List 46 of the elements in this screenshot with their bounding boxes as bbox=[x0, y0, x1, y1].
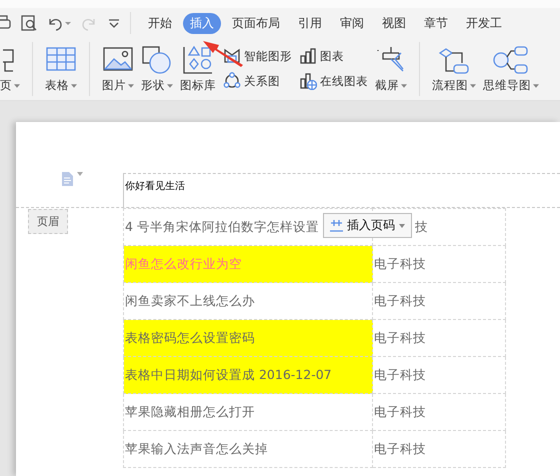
table-cell: 电子科技 bbox=[372, 356, 506, 394]
cell-text: 表格密码怎么设置密码 bbox=[125, 330, 255, 344]
online-chart-icon bbox=[299, 72, 317, 90]
ribbon-button[interactable]: 图标库 bbox=[180, 38, 216, 93]
cell-text: 闲鱼卖家不上线怎么办 bbox=[125, 292, 255, 308]
table-cell: 电子科技 bbox=[372, 430, 506, 468]
ribbon-tab[interactable]: 开始 bbox=[141, 12, 179, 34]
table-cell: 电子科技 bbox=[372, 246, 506, 282]
ribbon-tab[interactable]: 章节 bbox=[417, 12, 455, 34]
icon-library-icon bbox=[182, 45, 214, 75]
cell-text: 苹果输入法声音怎么关掉 bbox=[125, 440, 268, 456]
insert-page-number-button[interactable]: 插入页码 bbox=[323, 213, 412, 238]
cell-text: 闲鱼怎么改行业为空 bbox=[125, 256, 242, 270]
ribbon-button[interactable]: 形状 bbox=[141, 38, 173, 93]
header-text: 你好看见生活 bbox=[124, 180, 185, 193]
page-number-icon bbox=[330, 220, 343, 232]
ribbon-button[interactable]: 智能图形 bbox=[223, 46, 292, 66]
cell-text: 表格中日期如何设置成 2016-12-07 bbox=[125, 366, 332, 382]
smart-graphic-icon bbox=[223, 47, 241, 65]
table-cell: 电子科技 bbox=[372, 394, 506, 430]
header-label: 页眉 bbox=[28, 209, 68, 234]
ribbon-tab[interactable]: 引用 bbox=[291, 12, 329, 34]
ribbon-button[interactable]: 关系图 bbox=[223, 71, 292, 91]
ribbon-tab[interactable]: 开发工 bbox=[459, 12, 509, 34]
shapes-icon bbox=[141, 45, 173, 75]
cell-text: 4 号半角宋体阿拉伯数字怎样设置 bbox=[125, 218, 319, 234]
ribbon-tab[interactable]: 页面布局 bbox=[225, 12, 287, 34]
ribbon-tab[interactable]: 审阅 bbox=[333, 12, 371, 34]
ribbon-button[interactable]: 流程图 bbox=[432, 38, 476, 93]
caret-icon bbox=[399, 224, 405, 228]
table-cell: 电子科技 bbox=[372, 320, 506, 356]
table-cell: 电子科技 bbox=[372, 282, 506, 320]
print-preview-icon[interactable] bbox=[20, 14, 38, 32]
ribbon-button[interactable]: 在线图表 bbox=[299, 71, 368, 91]
ribbon-tab[interactable]: 视图 bbox=[375, 12, 413, 34]
mind-map-icon bbox=[493, 45, 529, 75]
annotation-arrow bbox=[203, 40, 243, 67]
ribbon-button[interactable]: 图表 bbox=[299, 46, 368, 66]
chart-icon bbox=[299, 47, 317, 65]
ribbon-button[interactable]: 表格 bbox=[45, 38, 77, 93]
relationship-icon bbox=[223, 72, 241, 90]
ribbon-button[interactable]: 图片 bbox=[102, 38, 134, 93]
ribbon-button[interactable]: 截屏 bbox=[375, 38, 407, 93]
cell-text: 苹果隐藏相册怎么打开 bbox=[125, 404, 255, 418]
ribbon-button[interactable]: 思维导图 bbox=[483, 38, 539, 93]
ribbon-button[interactable]: 页 bbox=[0, 38, 20, 93]
